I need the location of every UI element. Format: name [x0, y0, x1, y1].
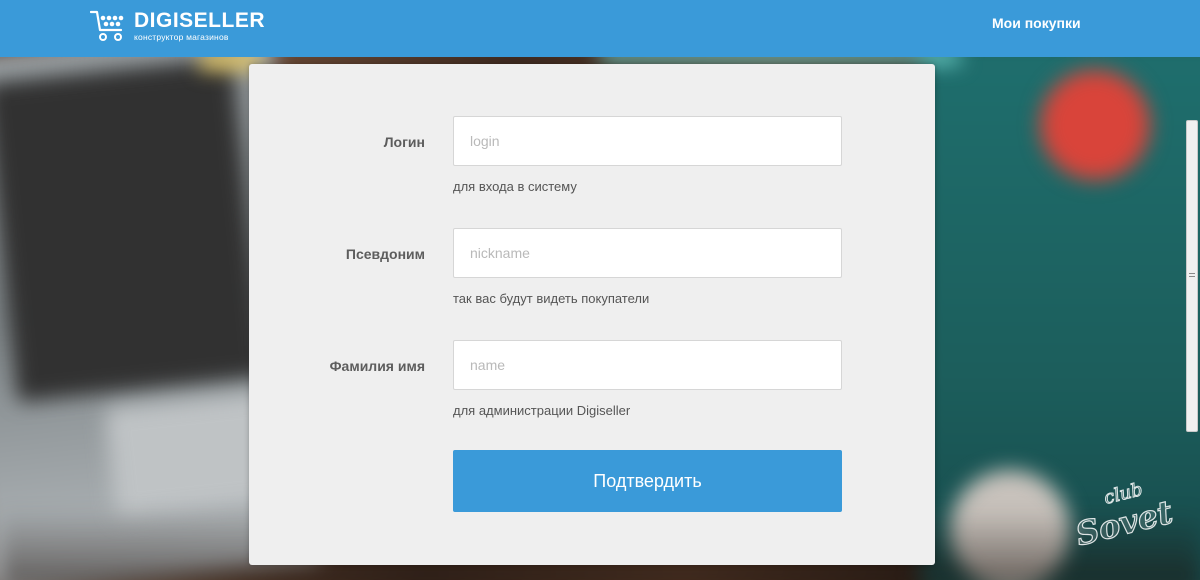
- confirm-button[interactable]: Подтвердить: [453, 450, 842, 512]
- nickname-input[interactable]: [453, 228, 842, 278]
- login-hint: для входа в систему: [453, 179, 577, 194]
- logo-text: DIGISELLER конструктор магазинов: [134, 10, 265, 42]
- nickname-label: Псевдоним: [345, 246, 425, 262]
- my-purchases-link[interactable]: Мои покупки: [992, 15, 1081, 31]
- page-scrollbar[interactable]: [1186, 120, 1198, 432]
- login-input[interactable]: [453, 116, 842, 166]
- top-header: DIGISELLER конструктор магазинов Мои пок…: [0, 0, 1200, 57]
- shopping-cart-icon: [90, 10, 124, 41]
- fullname-label: Фамилия имя: [329, 358, 425, 374]
- logo[interactable]: DIGISELLER конструктор магазинов: [90, 6, 265, 46]
- nickname-hint: так вас будут видеть покупатели: [453, 291, 650, 306]
- fullname-hint: для администрации Digiseller: [453, 403, 631, 418]
- logo-tagline: конструктор магазинов: [134, 32, 229, 42]
- login-label: Логин: [383, 134, 425, 150]
- fullname-input[interactable]: [453, 340, 842, 390]
- grip-lines-icon: [1189, 271, 1195, 279]
- logo-name: DIGISELLER: [134, 9, 266, 32]
- registration-form: Логин для входа в систему Псевдоним так …: [249, 64, 935, 565]
